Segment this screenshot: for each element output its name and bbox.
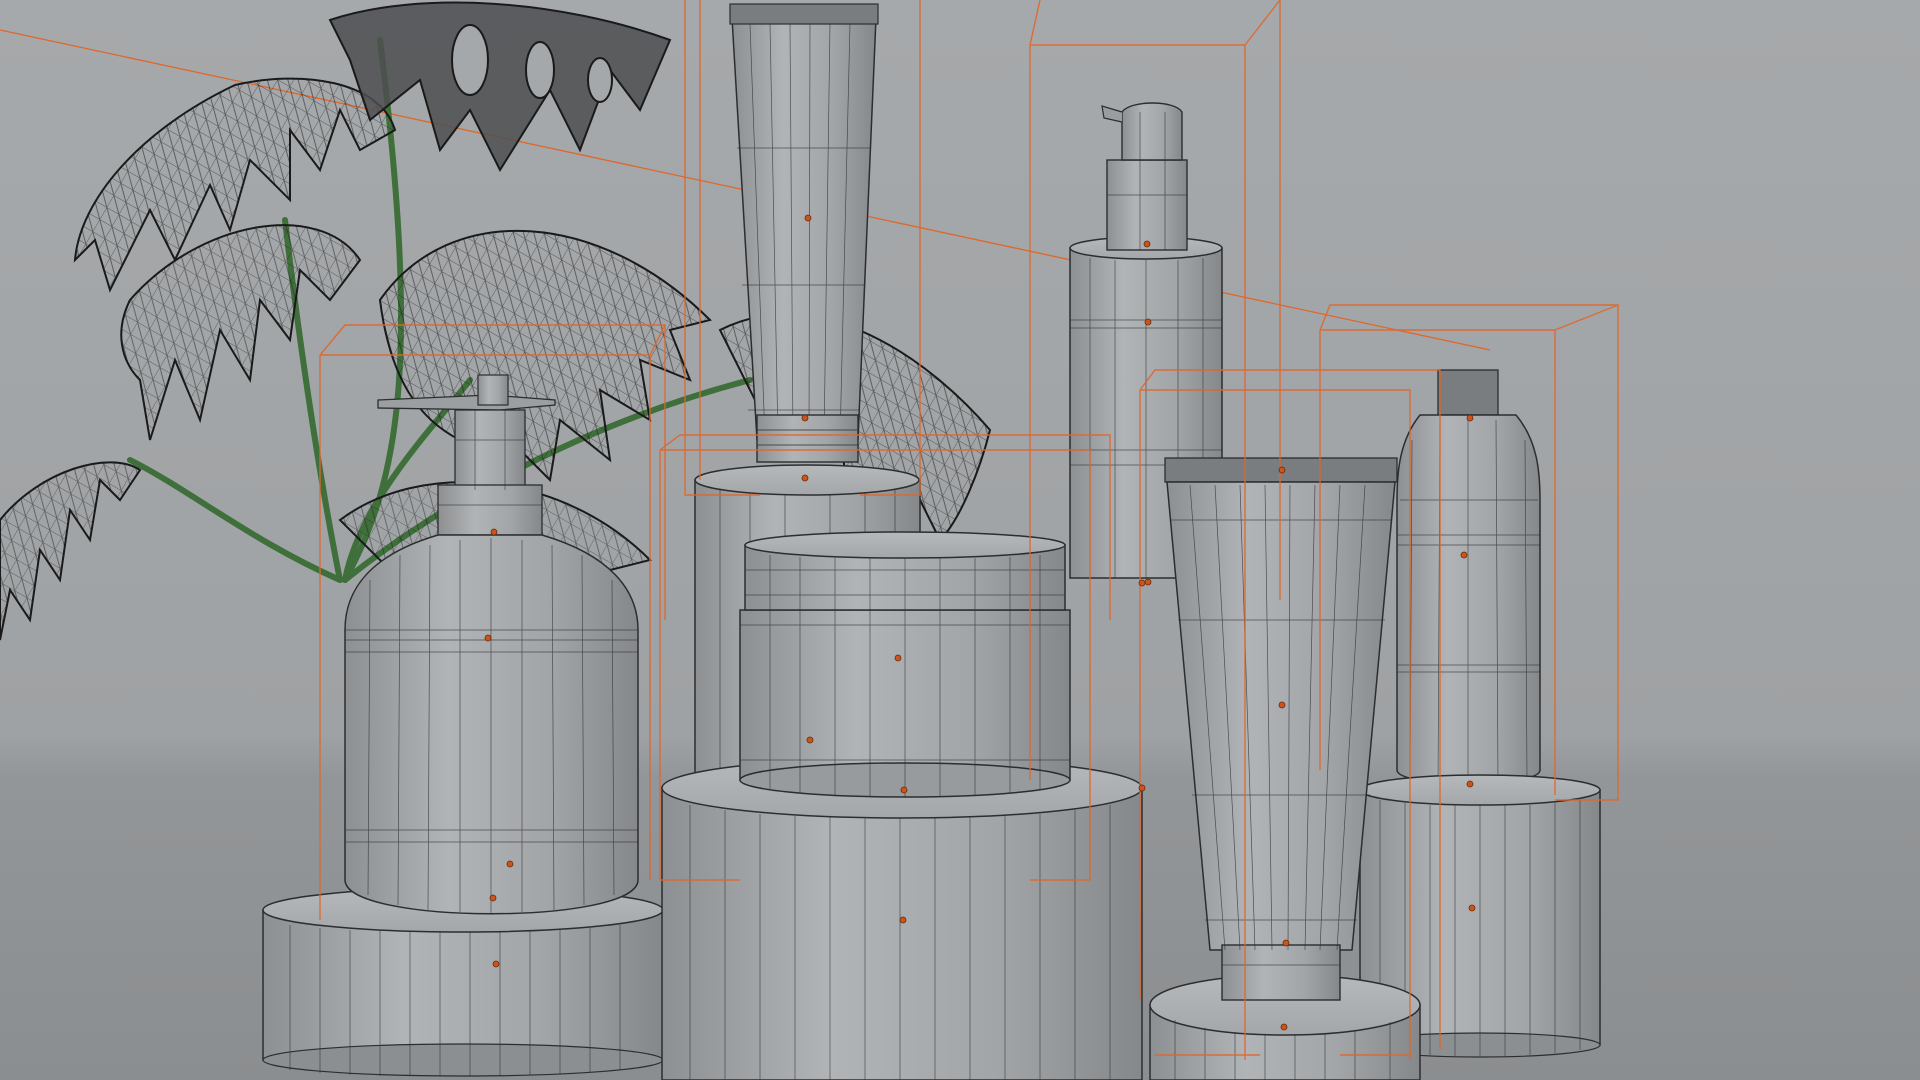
cream-jar[interactable]: [739, 531, 1071, 798]
small-bottle[interactable]: [1396, 369, 1541, 786]
3d-viewport[interactable]: [0, 0, 1920, 1080]
scene-render[interactable]: [0, 0, 1920, 1080]
podium-left[interactable]: [262, 887, 664, 1077]
